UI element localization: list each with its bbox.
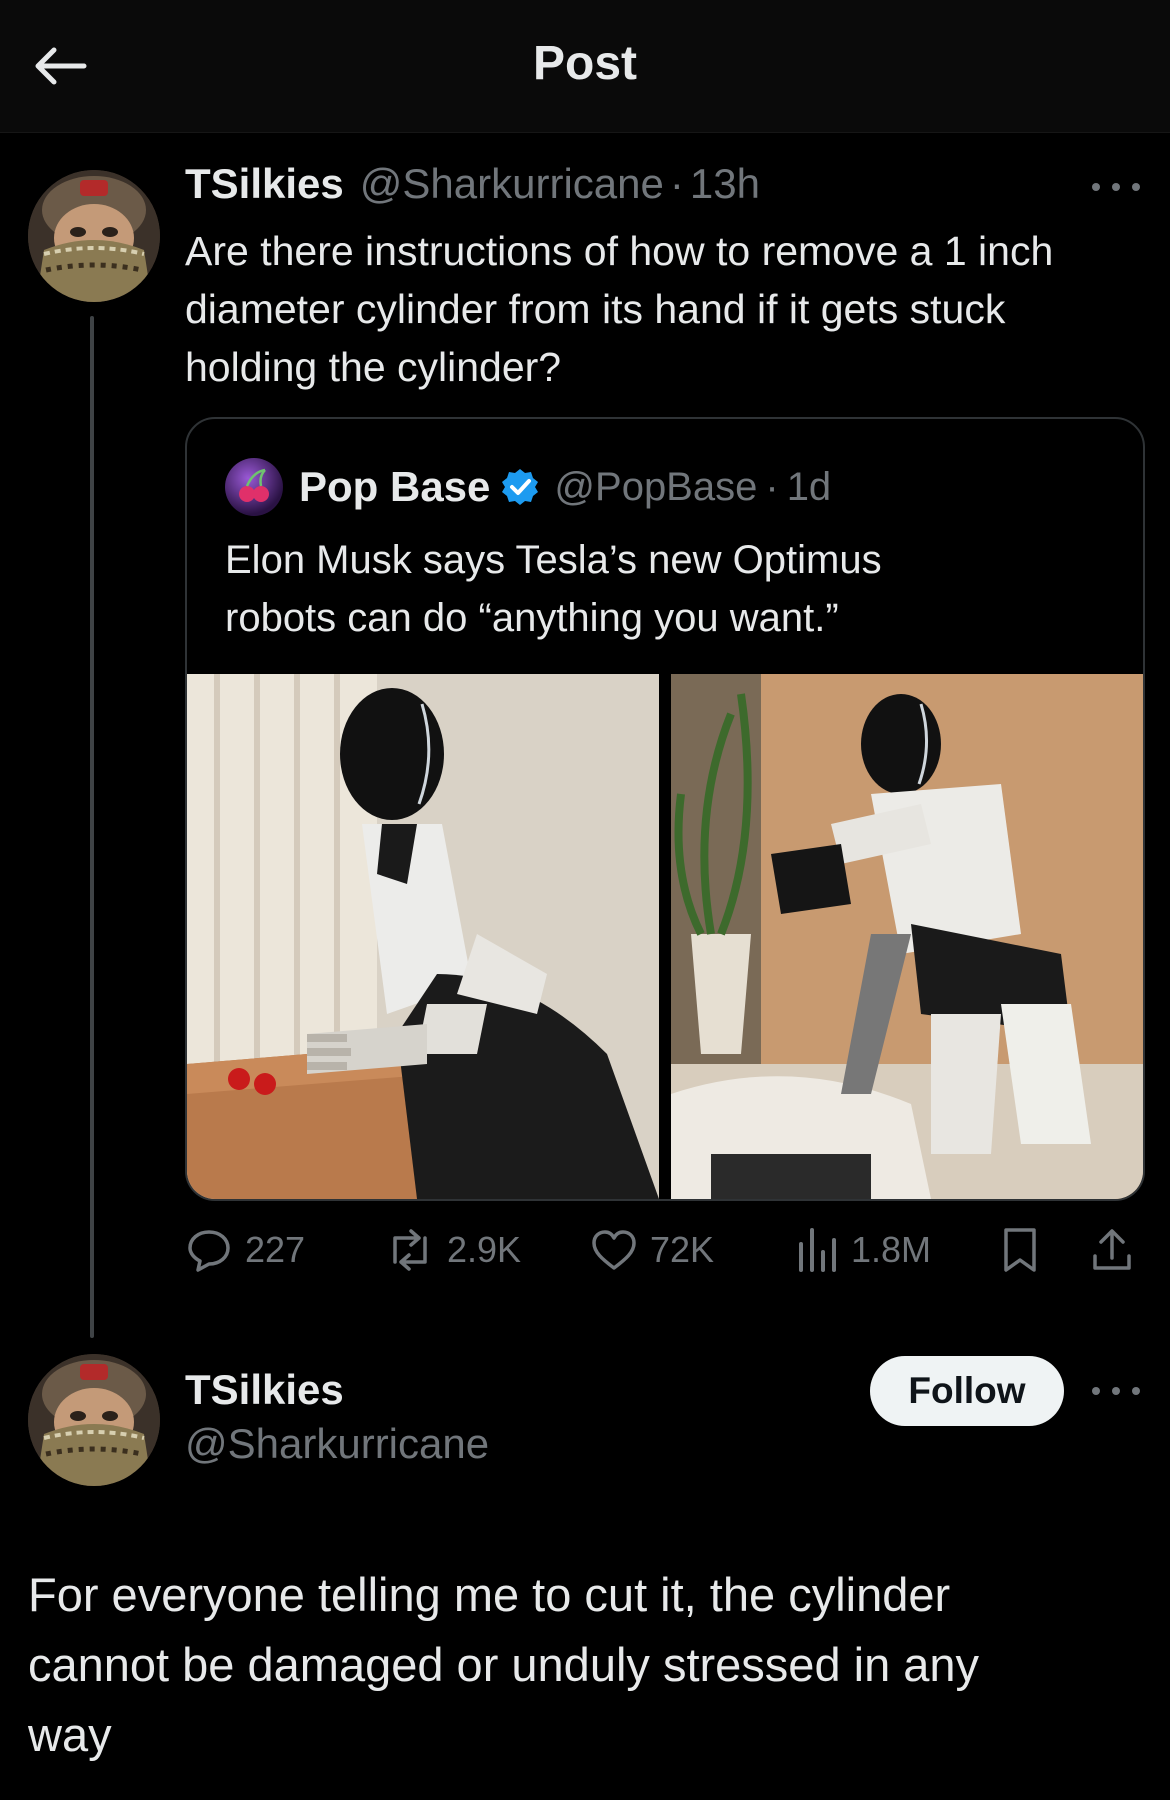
views-button[interactable]: 1.8M [795, 1220, 931, 1280]
author-name[interactable]: TSilkies [185, 1366, 344, 1414]
share-icon [1093, 1229, 1131, 1270]
reply-button[interactable]: 227 [185, 1220, 305, 1280]
robot-at-table-image[interactable] [187, 674, 659, 1199]
robot-watering-plant-image[interactable] [671, 674, 1143, 1199]
follow-button[interactable]: Follow [870, 1356, 1064, 1426]
reply-header: TSilkies @Sharkurricane · 13h [185, 160, 760, 216]
quoted-post-time: 1d [786, 464, 832, 509]
more-options-icon[interactable] [1092, 1381, 1140, 1401]
reply-text: Are there instructions of how to remove … [185, 228, 1054, 390]
thread-line [90, 316, 94, 1338]
action-bar: 227 2.9K 72K 1.8M [185, 1220, 1141, 1280]
share-button[interactable] [1090, 1220, 1134, 1280]
quoted-author-name: Pop Base [299, 463, 491, 510]
separator-dot: · [765, 464, 779, 509]
quoted-text: Elon Musk says Tesla’s new Optimus robot… [225, 538, 882, 640]
author-handle[interactable]: @Sharkurricane [185, 1420, 489, 1468]
quoted-header: Pop Base @PopBase · 1d [225, 457, 831, 517]
media-grid [187, 674, 1143, 1199]
top-bar: Post [0, 0, 1170, 133]
view-count: 1.8M [851, 1229, 932, 1270]
post-time[interactable]: 13h [690, 160, 760, 208]
quoted-author-handle: @PopBase [554, 464, 758, 509]
author-name[interactable]: TSilkies [185, 160, 344, 208]
verified-badge-icon [500, 467, 540, 507]
repost-icon [393, 1229, 427, 1271]
avatar[interactable] [28, 1354, 160, 1486]
quoted-post[interactable]: Pop Base @PopBase · 1d Elon Musk says Te… [185, 417, 1145, 1201]
repost-button[interactable]: 2.9K [385, 1220, 521, 1280]
reply-count: 227 [245, 1229, 306, 1270]
page-title: Post [532, 37, 637, 90]
post-text: For everyone telling me to cut it, the c… [28, 1568, 980, 1761]
repost-count: 2.9K [447, 1229, 522, 1270]
heart-icon [592, 1230, 636, 1270]
comment-icon [188, 1230, 230, 1272]
analytics-icon [799, 1228, 836, 1272]
separator-dot: · [669, 160, 684, 207]
more-options-icon[interactable] [1092, 177, 1140, 197]
bookmark-icon [1004, 1228, 1036, 1272]
like-button[interactable]: 72K [590, 1220, 714, 1280]
quoted-avatar [225, 458, 283, 516]
like-count: 72K [650, 1229, 715, 1270]
author-handle[interactable]: @Sharkurricane [360, 160, 664, 208]
bookmark-button[interactable] [1000, 1220, 1040, 1280]
avatar[interactable] [28, 170, 160, 302]
